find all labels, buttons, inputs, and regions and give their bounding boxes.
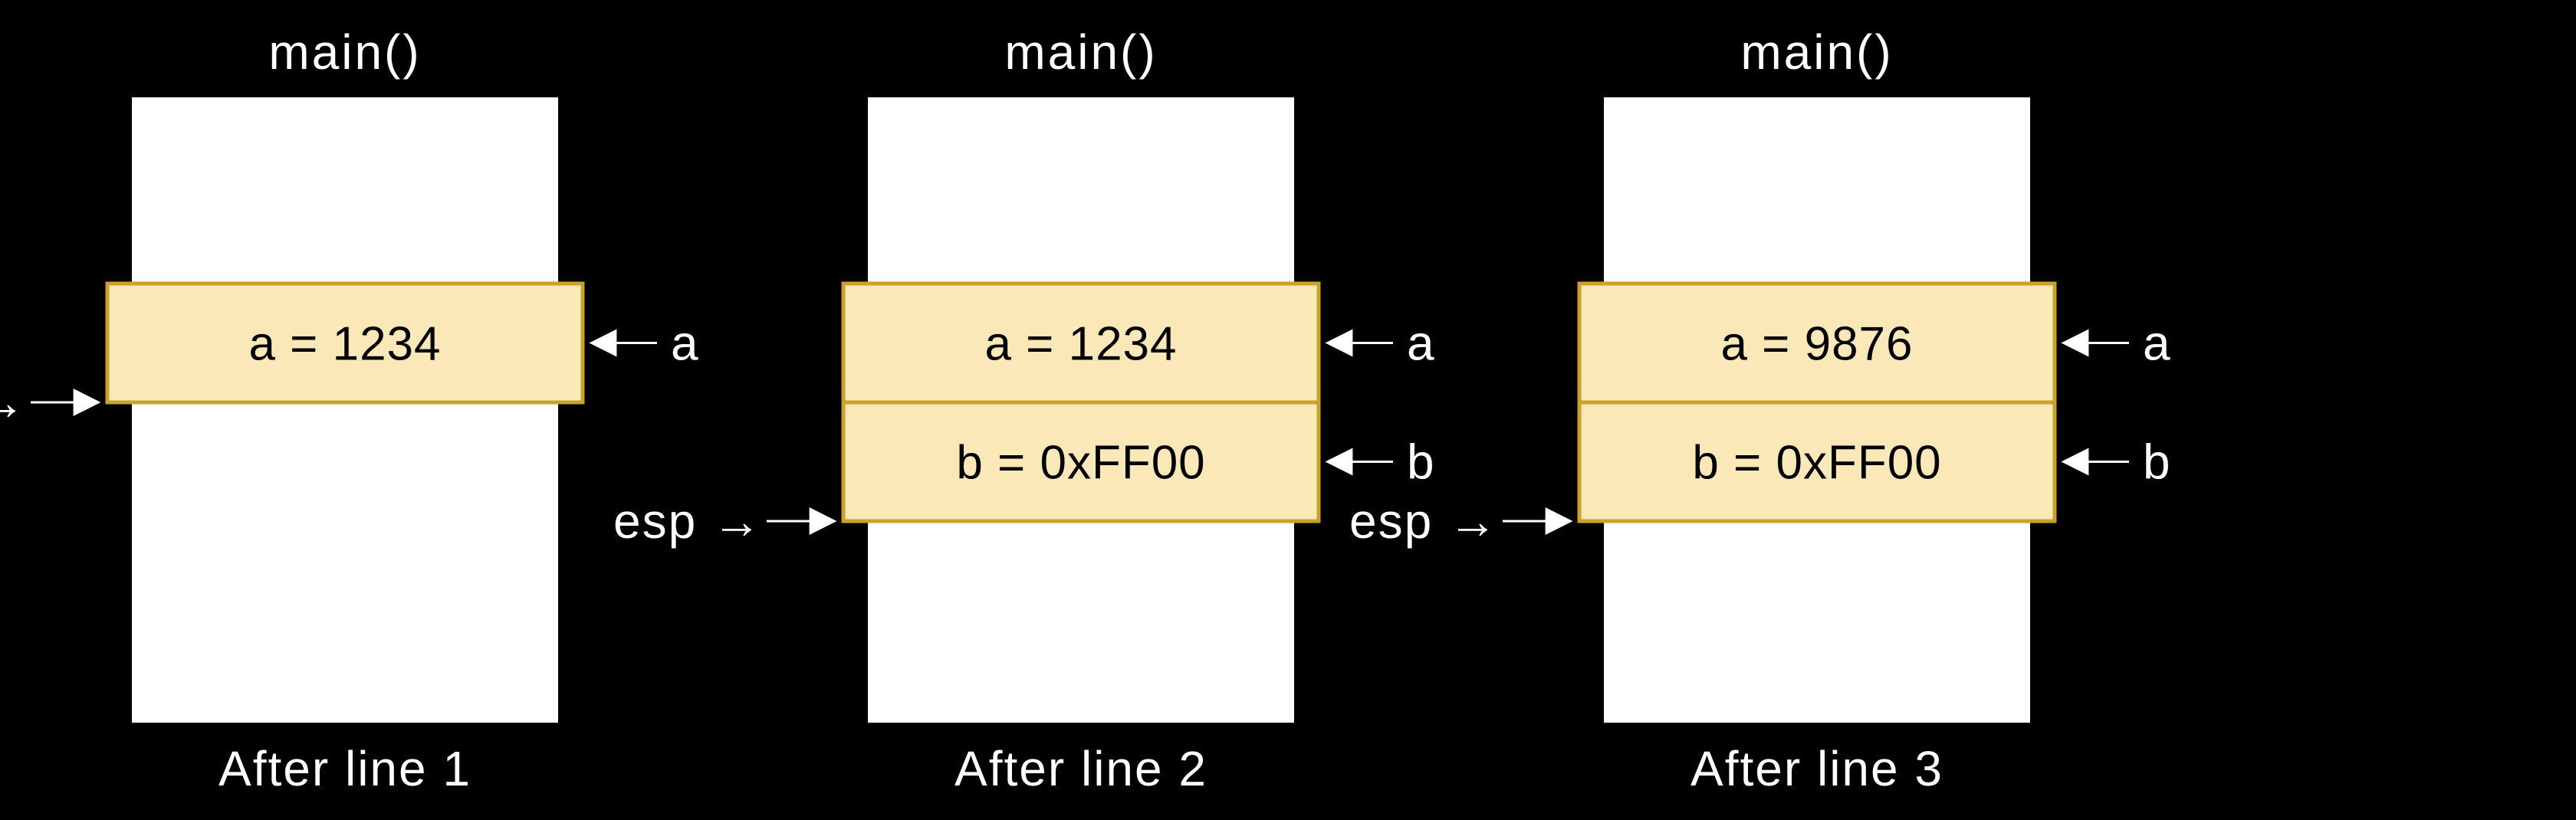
memory-cell-text-a: a = 9876 — [1720, 318, 1913, 371]
stack-panel: main() a = 1234 a b = 0xFF00 b esp → After lin… — [613, 25, 1436, 796]
memory-cell-text-b: b = 0xFF00 — [956, 437, 1205, 490]
stack-panel: main() a = 1234 a esp → After line 1 — [0, 25, 700, 796]
var-label-b: b — [2143, 435, 2172, 490]
var-label-a: a — [1407, 316, 1436, 371]
memory-diagram: main() a = 1234 a esp → After line 1 main() a … — [0, 0, 2576, 820]
esp-label: esp → — [613, 494, 763, 549]
var-label-a: a — [671, 316, 700, 371]
frame-title: main() — [1740, 25, 1893, 80]
frame-title: main() — [268, 25, 421, 80]
caption: After line 3 — [1691, 741, 1944, 796]
esp-label: esp → — [0, 375, 27, 430]
caption: After line 1 — [219, 741, 472, 796]
stack-panel: main()a = 9876ab = 0xFF00besp →After lin… — [1349, 25, 2172, 796]
var-label-a: a — [2143, 316, 2172, 371]
stack-frame — [130, 96, 560, 724]
esp-label: esp → — [1349, 494, 1499, 549]
var-label-b: b — [1407, 435, 1436, 490]
memory-cell-text-b: b = 0xFF00 — [1692, 437, 1941, 490]
caption: After line 2 — [955, 741, 1208, 796]
memory-cell-text-a: a = 1234 — [248, 318, 441, 371]
memory-cell-text-a: a = 1234 — [984, 318, 1177, 371]
frame-title: main() — [1004, 25, 1157, 80]
